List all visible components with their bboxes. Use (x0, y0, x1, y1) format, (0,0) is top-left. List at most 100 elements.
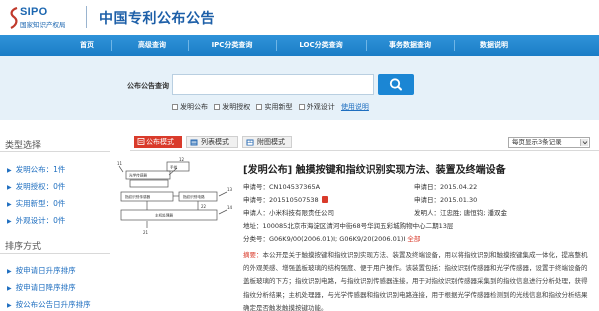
tab-label: 公布模式 (146, 138, 174, 146)
document-icon (137, 138, 145, 145)
drawing-number: 13 (227, 187, 233, 192)
divider (0, 151, 110, 152)
page-size-select[interactable]: 每页显示3条记录 (508, 137, 590, 148)
filter-label: 发明授权 (222, 103, 251, 111)
pdf-icon[interactable] (321, 196, 328, 203)
type-heading: 类型选择 (5, 141, 42, 151)
arrow-right-icon: ▶ (7, 302, 12, 309)
page-size-value: 每页显示3条记录 (512, 138, 562, 146)
drawing-number: 12 (179, 157, 185, 162)
tab-figure-mode[interactable]: 附图模式 (242, 136, 292, 148)
sort-label: 按公布公告日升序排序 (15, 300, 91, 309)
filter-label: 实用新型 (264, 103, 293, 111)
type-item-label: 发明公布：1件 (15, 165, 66, 174)
application-date: 申请日：2015.04.22 (414, 183, 478, 191)
sort-pubdate-asc[interactable]: ▶ 按公布公告日升序排序 (7, 299, 91, 310)
nav-loc-search[interactable]: LOC分类查询 (291, 35, 351, 56)
divider (0, 253, 110, 254)
inventor: 发明人：江忠胜; 唐恒钧; 潘双金 (414, 209, 508, 217)
checkbox[interactable] (172, 104, 178, 110)
applicant: 申请人：小米科技有限责任公司 (243, 209, 334, 217)
sort-label: 按申请日降序排序 (15, 283, 76, 292)
search-button[interactable] (378, 74, 414, 95)
drawing-label: 手指 (170, 165, 178, 170)
type-item-invention-publication[interactable]: ▶ 发明公布：1件 (7, 164, 65, 175)
arrow-right-icon: ▶ (7, 268, 12, 275)
tab-label: 列表模式 (201, 138, 229, 146)
sipo-logo-icon (10, 7, 18, 29)
nav-data-notes[interactable]: 数据说明 (468, 35, 520, 56)
sidebar: 类型选择 ▶ 发明公布：1件 ▶ 发明授权：0件 ▶ 实用新型：0件 ▶ 外观设计：0件… (0, 136, 110, 311)
nav-home[interactable]: 首页 (70, 35, 104, 56)
patent-drawing[interactable]: 手指 光学传感器 指纹识别传感器 指纹识别电路 主机处理器 11 12 13 1… (117, 156, 235, 238)
header-divider (86, 6, 87, 28)
filter-invention-publication[interactable]: 发明公布 (172, 102, 208, 112)
abstract-text: 本公开是关于触摸按键和指纹识别实现方法、装置及终端设备，用以将指纹识别和触摸按键… (243, 251, 588, 311)
abstract-label: 摘要： (243, 251, 263, 259)
checkbox[interactable] (256, 104, 263, 110)
publication-date: 申请日：2015.01.30 (414, 196, 478, 204)
arrow-right-icon: ▶ (7, 184, 12, 191)
classification-text: 分类号：G06K9/00(2006.01)I; G06K9/20(2006.01… (243, 235, 406, 243)
abstract: 摘要：本公开是关于触摸按键和指纹识别实现方法、装置及终端设备，用以将指纹识别和触… (243, 249, 591, 311)
nav-advanced-search[interactable]: 高级查询 (128, 35, 176, 56)
tab-publication-mode[interactable]: 公布模式 (134, 136, 182, 148)
search-input[interactable] (172, 74, 374, 95)
sort-date-asc[interactable]: ▶ 按申请日升序排序 (7, 265, 76, 276)
drawing-number: 11 (117, 161, 123, 166)
site-header: SIPO 国家知识产权局 中国专利公布公告 (0, 0, 599, 35)
patent-drawing-image: 手指 光学传感器 指纹识别传感器 指纹识别电路 主机处理器 11 12 13 1… (117, 157, 233, 235)
tab-list-mode[interactable]: 列表模式 (186, 136, 238, 148)
tab-label: 附图模式 (257, 138, 285, 146)
checkbox[interactable] (214, 104, 221, 110)
divider (130, 150, 599, 151)
checkbox[interactable] (298, 104, 305, 110)
logo-subtitle: 国家知识产权局 (20, 21, 66, 29)
nav-ipc-search[interactable]: IPC分类查询 (203, 35, 261, 56)
logo-text: SIPO (20, 6, 48, 18)
nav-divider (276, 40, 277, 51)
drawing-label: 主机处理器 (155, 213, 173, 218)
show-all-link[interactable]: 全部 (407, 235, 420, 243)
drawing-label: 光学传感器 (129, 173, 147, 178)
list-icon (190, 139, 198, 146)
filter-invention-grant[interactable]: 发明授权 (214, 102, 250, 112)
sort-heading: 排序方式 (5, 242, 42, 252)
type-item-utility-model[interactable]: ▶ 实用新型：0件 (7, 198, 65, 209)
filter-utility-model[interactable]: 实用新型 (256, 102, 292, 112)
chevron-down-icon (580, 139, 588, 146)
site-title: 中国专利公布公告 (99, 11, 215, 27)
classification: 分类号：G06K9/00(2006.01)I; G06K9/20(2006.01… (243, 233, 420, 243)
search-panel: 公布公告查询 发明公布 发明授权 实用新型 外观设计 使用说明 (0, 56, 599, 120)
type-filters: 发明公布 发明授权 实用新型 外观设计 使用说明 (172, 102, 369, 112)
application-number: 申请号：CN104537365A (243, 183, 321, 191)
search-icon (389, 78, 402, 91)
drawing-label: 指纹识别电路 (183, 194, 205, 199)
nav-divider (366, 40, 367, 51)
sort-date-desc[interactable]: ▶ 按申请日降序排序 (7, 282, 76, 293)
help-link[interactable]: 使用说明 (341, 102, 369, 112)
sipo-logo[interactable]: SIPO 国家知识产权局 (9, 6, 71, 30)
nav-divider (454, 40, 455, 51)
filter-label: 发明公布 (180, 103, 208, 111)
type-item-invention-grant[interactable]: ▶ 发明授权：0件 (7, 181, 65, 192)
drawing-label: 指纹识别传感器 (125, 194, 151, 199)
arrow-right-icon: ▶ (7, 201, 12, 208)
drawing-number: 21 (143, 230, 149, 235)
image-icon (246, 139, 254, 146)
search-label: 公布公告查询 (127, 82, 169, 90)
sort-label: 按申请日升序排序 (15, 266, 76, 275)
type-item-label: 实用新型：0件 (15, 199, 66, 208)
type-item-label: 发明授权：0件 (15, 182, 66, 191)
arrow-right-icon: ▶ (7, 285, 12, 292)
nav-transaction-search[interactable]: 事务数据查询 (381, 35, 439, 56)
arrow-right-icon: ▶ (7, 167, 12, 174)
filter-label: 外观设计 (306, 103, 335, 111)
record-title[interactable]: [发明公布] 触摸按键和指纹识别实现方法、装置及终端设备 (243, 161, 506, 176)
type-item-label: 外观设计：0件 (15, 216, 66, 225)
filter-design[interactable]: 外观设计 (298, 102, 335, 112)
publication-number-text: 申请号：201510507538 (243, 196, 319, 204)
type-item-design[interactable]: ▶ 外观设计：0件 (7, 215, 65, 226)
drawing-number: 14 (227, 205, 233, 210)
nav-divider (188, 40, 189, 51)
